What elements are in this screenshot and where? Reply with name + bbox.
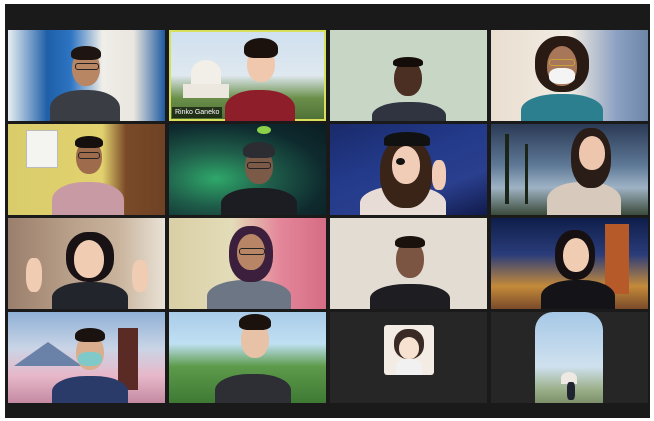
- monument-dome: [191, 60, 221, 86]
- pagoda: [605, 224, 629, 294]
- pirate-hat: [384, 132, 430, 146]
- participant-name-tag: Rinko Ganeko: [172, 107, 223, 118]
- participant-head: [579, 136, 605, 170]
- participant-silhouette: [567, 382, 575, 400]
- glasses: [247, 162, 271, 169]
- participant-hair: [71, 46, 101, 60]
- raised-hand: [432, 160, 446, 190]
- video-tile[interactable]: [169, 312, 326, 403]
- participant-head: [74, 240, 104, 278]
- participant-body: [541, 280, 615, 309]
- participant-cap: [243, 142, 275, 158]
- participant-head: [392, 146, 420, 184]
- participant-hair: [75, 136, 103, 148]
- glasses: [78, 152, 100, 159]
- palm-tree: [505, 134, 509, 204]
- video-tile[interactable]: [491, 218, 648, 309]
- sprout-icon: [257, 126, 271, 134]
- participant-hair: [244, 38, 278, 58]
- glasses: [75, 63, 99, 70]
- participant-hair: [239, 314, 271, 330]
- video-tile[interactable]: [330, 218, 487, 309]
- video-tile[interactable]: [8, 124, 165, 215]
- wall-chart: [26, 130, 58, 168]
- participant-body: [372, 102, 446, 121]
- video-tile[interactable]: [491, 124, 648, 215]
- video-tile[interactable]: [491, 30, 648, 121]
- participant-hair: [393, 57, 423, 67]
- participant-hair: [395, 236, 425, 248]
- gallery-grid: Rinko Ganeko: [8, 30, 648, 404]
- participant-hair: [75, 328, 105, 342]
- avatar-body: [396, 359, 422, 375]
- face-mask: [549, 68, 575, 84]
- glasses: [549, 59, 575, 66]
- palm-tree: [525, 144, 528, 204]
- participant-body: [215, 374, 291, 403]
- participant-body: [52, 376, 128, 403]
- participant-head: [563, 238, 589, 272]
- participant-body: [52, 182, 124, 215]
- avatar-face: [399, 337, 419, 359]
- video-tile-active-speaker[interactable]: Rinko Ganeko: [169, 30, 326, 121]
- video-tile-avatar[interactable]: [330, 312, 487, 403]
- participant-body: [50, 90, 120, 121]
- meeting-window: Rinko Ganeko: [5, 4, 650, 418]
- avatar: [384, 325, 434, 375]
- participant-body: [521, 94, 603, 121]
- glasses: [239, 248, 265, 255]
- video-tile[interactable]: [8, 30, 165, 121]
- peace-hand-right: [132, 260, 148, 292]
- participant-body: [225, 90, 295, 121]
- video-tile[interactable]: [169, 124, 326, 215]
- face-mask: [78, 352, 102, 366]
- video-tile[interactable]: [8, 312, 165, 403]
- peace-hand-left: [26, 258, 42, 292]
- video-tile[interactable]: [330, 30, 487, 121]
- video-tile[interactable]: [8, 218, 165, 309]
- participant-body: [207, 280, 291, 309]
- video-tile[interactable]: [330, 124, 487, 215]
- participant-body: [370, 284, 450, 309]
- participant-body: [52, 282, 128, 309]
- pagoda: [118, 328, 138, 390]
- video-tile[interactable]: [491, 312, 648, 403]
- eye-patch: [396, 158, 405, 165]
- participant-body: [221, 188, 297, 215]
- mountain: [14, 342, 82, 366]
- video-tile[interactable]: [169, 218, 326, 309]
- monument-base: [183, 84, 229, 98]
